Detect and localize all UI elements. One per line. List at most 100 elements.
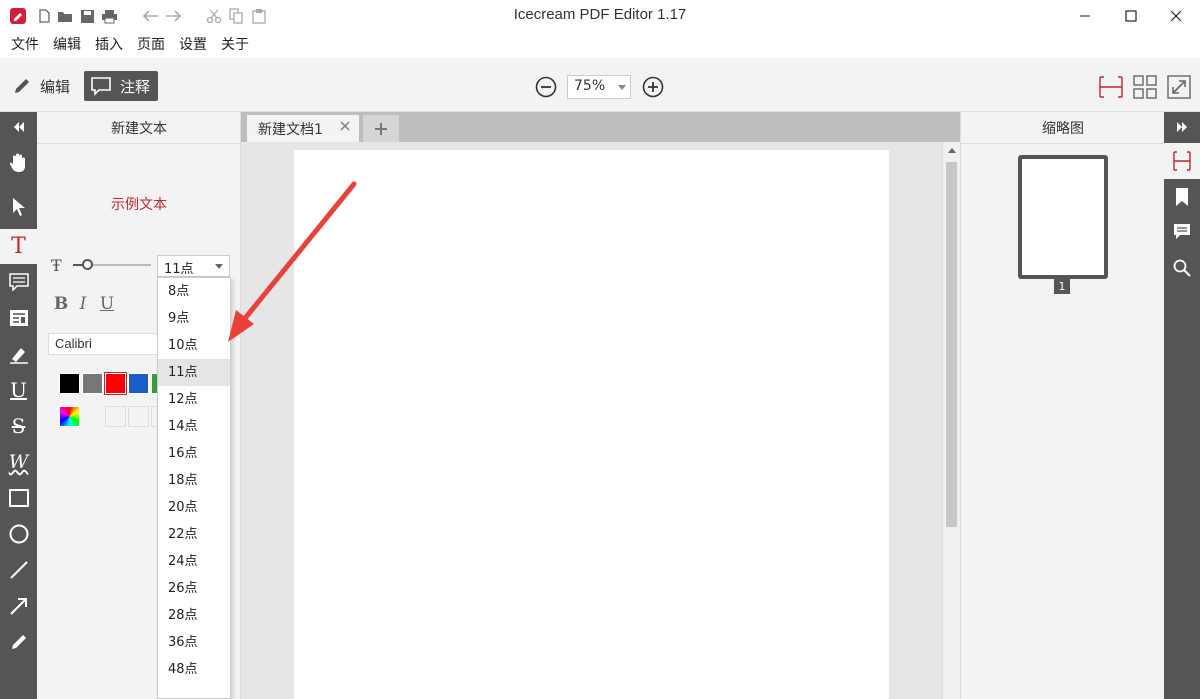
thumbnail-panel-title: 缩略图	[1042, 121, 1084, 137]
line-tool-icon[interactable]	[0, 553, 37, 587]
font-size-option[interactable]: 14点	[158, 413, 230, 440]
empty-color-slot[interactable]	[105, 406, 126, 427]
search-icon[interactable]	[1164, 251, 1200, 285]
divider	[961, 143, 1165, 144]
font-size-option[interactable]: 9点	[158, 305, 230, 332]
font-size-option[interactable]: 10点	[158, 332, 230, 359]
highlighter-icon[interactable]	[0, 337, 37, 371]
text-box-tool-icon[interactable]	[0, 301, 37, 335]
zoom-in-icon[interactable]	[642, 76, 664, 98]
font-size-option[interactable]: 8点	[158, 278, 230, 305]
chevron-down-icon	[215, 264, 223, 269]
underline-tool-icon[interactable]: U	[0, 373, 37, 407]
font-size-dropdown: 8点 9点 10点 11点 12点 14点 16点 18点 20点 22点 24…	[157, 277, 231, 699]
underline-button[interactable]: U	[97, 294, 117, 318]
grid-view-icon[interactable]	[1132, 74, 1158, 100]
bookmark-icon[interactable]	[1164, 180, 1200, 214]
rectangle-tool-icon[interactable]	[0, 481, 37, 515]
hand-tool-icon[interactable]	[0, 146, 37, 180]
new-tab-button[interactable]	[363, 115, 399, 142]
zoom-value: 75%	[574, 78, 606, 94]
pencil-tool-icon[interactable]	[0, 625, 37, 659]
bold-button[interactable]: B	[51, 294, 71, 318]
font-size-option[interactable]: 24点	[158, 548, 230, 575]
document-page[interactable]	[294, 150, 889, 699]
custom-color-picker-icon[interactable]	[59, 406, 80, 427]
strikethrough-tool-icon[interactable]: S	[0, 409, 37, 443]
font-family-select[interactable]: Calibri	[48, 333, 168, 355]
color-swatch-gray[interactable]	[82, 373, 103, 394]
annotate-mode-button[interactable]: 注释	[84, 71, 158, 101]
annotate-mode-label: 注释	[120, 77, 151, 96]
font-size-option[interactable]: 28点	[158, 602, 230, 629]
tab-label: 新建文档1	[258, 122, 323, 138]
color-swatch-blue[interactable]	[128, 373, 149, 394]
zoom-select[interactable]: 75%	[567, 75, 631, 99]
ellipse-tool-icon[interactable]	[0, 517, 37, 551]
divider	[37, 143, 241, 144]
text-tool-icon[interactable]: T	[0, 229, 37, 264]
right-tool-strip	[1164, 112, 1200, 699]
tab-bar: 新建文档1	[241, 112, 960, 142]
font-size-select[interactable]: 11点	[157, 255, 230, 277]
speech-bubble-icon	[91, 77, 111, 96]
color-swatch-black[interactable]	[59, 373, 80, 394]
slider-knob[interactable]	[82, 259, 93, 270]
pencil-icon	[15, 79, 29, 93]
comments-list-icon[interactable]	[1164, 215, 1200, 249]
vertical-scrollbar[interactable]	[942, 142, 960, 699]
collapse-left-icon[interactable]	[0, 112, 37, 142]
thumbnail-panel: 缩略图 1	[960, 112, 1165, 699]
font-size-option[interactable]: 36点	[158, 629, 230, 656]
italic-button[interactable]: I	[73, 294, 93, 318]
single-page-view-icon[interactable]	[1098, 74, 1124, 100]
document-area: 新建文档1	[241, 112, 960, 699]
close-tab-icon[interactable]	[339, 120, 351, 132]
close-icon[interactable]	[1153, 0, 1199, 32]
font-size-option[interactable]: 20点	[158, 494, 230, 521]
font-size-value: 11点	[164, 262, 194, 277]
menu-settings[interactable]: 设置	[172, 32, 214, 58]
menu-about[interactable]: 关于	[214, 32, 256, 58]
sample-text-preview: 示例文本	[111, 197, 167, 213]
font-size-option[interactable]: 18点	[158, 467, 230, 494]
menu-bar: 文件 编辑 插入 页面 设置 关于	[0, 32, 1200, 58]
fullscreen-icon[interactable]	[1166, 74, 1192, 100]
title-bar: Icecream PDF Editor 1.17	[0, 0, 1200, 32]
edit-mode-button[interactable]: 编辑	[6, 71, 76, 101]
comment-tool-icon[interactable]	[0, 265, 37, 299]
scrollbar-thumb[interactable]	[946, 162, 957, 527]
window-title: Icecream PDF Editor 1.17	[513, 6, 687, 23]
menu-edit[interactable]: 编辑	[46, 32, 88, 58]
main-toolbar: 编辑 注释 75%	[0, 58, 1200, 112]
menu-page[interactable]: 页面	[130, 32, 172, 58]
plus-icon	[375, 122, 387, 135]
font-size-option[interactable]: 48点	[158, 656, 230, 683]
zoom-out-icon[interactable]	[535, 76, 557, 98]
maximize-icon[interactable]	[1108, 0, 1154, 32]
edit-mode-label: 编辑	[40, 77, 71, 96]
panel-title: 新建文本	[111, 121, 167, 137]
squiggly-tool-icon[interactable]: W	[0, 445, 37, 479]
scroll-up-icon[interactable]	[948, 148, 956, 153]
font-size-option[interactable]: 22点	[158, 521, 230, 548]
collapse-right-icon[interactable]	[1164, 112, 1200, 142]
thumbnails-tab-icon[interactable]	[1164, 143, 1200, 179]
chevron-down-icon	[618, 85, 626, 90]
color-swatch-red[interactable]	[104, 372, 127, 395]
font-size-option[interactable]: 16点	[158, 440, 230, 467]
font-size-option[interactable]: 11点	[158, 359, 230, 386]
select-arrow-icon[interactable]	[0, 190, 37, 224]
empty-color-slot[interactable]	[128, 406, 149, 427]
page-thumbnail[interactable]	[1018, 155, 1108, 279]
tab-document[interactable]: 新建文档1	[247, 115, 359, 142]
arrow-tool-icon[interactable]	[0, 589, 37, 623]
page-number-badge: 1	[1054, 279, 1070, 294]
font-size-option[interactable]: 26点	[158, 575, 230, 602]
font-size-option[interactable]: 12点	[158, 386, 230, 413]
minimize-icon[interactable]	[1062, 0, 1108, 32]
left-tool-strip: T U S W	[0, 112, 37, 699]
font-size-icon: Ŧ	[51, 256, 62, 275]
menu-file[interactable]: 文件	[4, 32, 46, 58]
menu-insert[interactable]: 插入	[88, 32, 130, 58]
